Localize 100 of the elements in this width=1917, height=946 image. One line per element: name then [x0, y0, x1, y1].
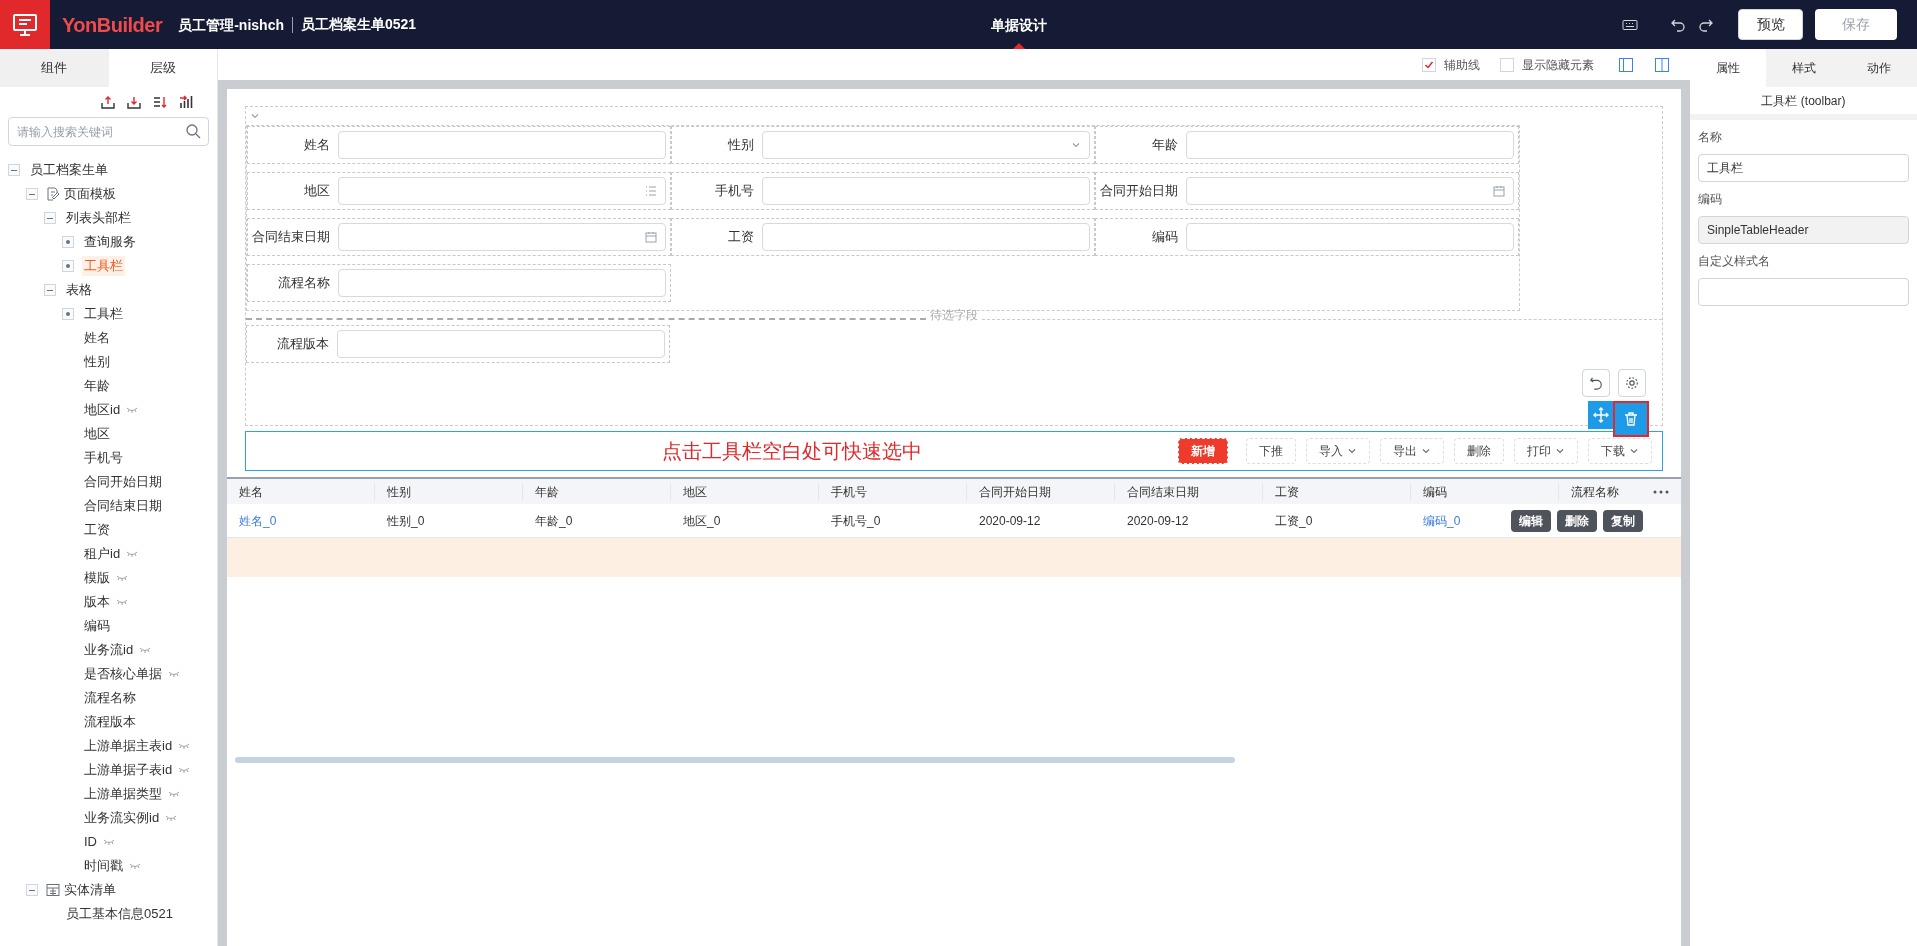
- tree-item[interactable]: 上游单据子表id: [82, 760, 175, 780]
- settings-icon[interactable]: [1618, 369, 1646, 397]
- move-handle[interactable]: [1588, 401, 1613, 429]
- app-name[interactable]: 员工管理-nishch: [178, 16, 293, 33]
- input-field[interactable]: [337, 330, 665, 358]
- collapse-toggle[interactable]: [44, 212, 56, 224]
- tree-item[interactable]: 性别: [82, 352, 112, 372]
- table-cell[interactable]: 编码_0: [1411, 511, 1501, 530]
- tree-item[interactable]: 租户id: [82, 544, 123, 564]
- tree-item[interactable]: 列表头部栏: [64, 208, 133, 228]
- tree-item[interactable]: 年龄: [82, 376, 112, 396]
- column-header[interactable]: 流程名称: [1559, 482, 1649, 501]
- column-header[interactable]: 合同开始日期: [967, 482, 1115, 501]
- more-icon[interactable]: [1653, 489, 1669, 494]
- toolbar-button[interactable]: 新增: [1178, 438, 1228, 464]
- tree-item[interactable]: 业务流实例id: [82, 808, 162, 828]
- table-cell-text: 工资_0: [1274, 512, 1314, 530]
- tree-item[interactable]: 查询服务: [82, 232, 138, 252]
- input-field[interactable]: [338, 131, 666, 159]
- tree-item[interactable]: 合同开始日期: [82, 472, 164, 492]
- toolbar-button[interactable]: 导出: [1380, 438, 1444, 464]
- tree-item[interactable]: 实体清单: [62, 880, 118, 900]
- row-action-button[interactable]: 复制: [1603, 509, 1643, 532]
- search-field[interactable]: 请输入搜索关键词: [8, 117, 209, 146]
- sort-icon[interactable]: [153, 95, 167, 109]
- tree-item[interactable]: 员工基本信息0521: [64, 904, 175, 924]
- tree-item[interactable]: 表格: [64, 280, 94, 300]
- input-field[interactable]: [762, 177, 1090, 205]
- tree-item[interactable]: 姓名: [82, 328, 112, 348]
- expand-toggle[interactable]: [62, 236, 74, 248]
- tree-item[interactable]: 地区: [82, 424, 112, 444]
- panel-tab[interactable]: 动作: [1841, 49, 1917, 87]
- table-cell[interactable]: 姓名_0: [227, 511, 375, 530]
- panel-tab[interactable]: 组件: [0, 49, 109, 87]
- toolbar-button[interactable]: 打印: [1514, 438, 1578, 464]
- toolbar-button[interactable]: 下载: [1588, 438, 1652, 464]
- tree-item[interactable]: 编码: [82, 616, 112, 636]
- column-header[interactable]: 性别: [375, 482, 523, 501]
- tree-item[interactable]: 页面模板: [62, 184, 118, 204]
- download-icon[interactable]: [127, 95, 141, 109]
- field-label: 地区: [303, 182, 331, 201]
- tree-item[interactable]: 流程名称: [82, 688, 138, 708]
- tree-item[interactable]: ID: [82, 832, 99, 852]
- panel-tab[interactable]: 样式: [1765, 49, 1842, 87]
- checkbox[interactable]: [1422, 57, 1436, 72]
- tree-item[interactable]: 合同结束日期: [82, 496, 164, 516]
- tree-item[interactable]: 上游单据类型: [82, 784, 164, 804]
- document-name[interactable]: 员工档案生单0521: [300, 14, 417, 35]
- column-header[interactable]: 工资: [1263, 482, 1411, 501]
- input-field[interactable]: [338, 223, 666, 251]
- tree-item[interactable]: 模版: [82, 568, 112, 588]
- horizontal-scrollbar[interactable]: [235, 757, 1235, 763]
- column-header[interactable]: 姓名: [227, 482, 375, 501]
- collapse-toggle[interactable]: [26, 884, 38, 896]
- tree-item[interactable]: 流程版本: [82, 712, 138, 732]
- collapse-toggle[interactable]: [8, 164, 20, 176]
- input-field[interactable]: [338, 177, 666, 205]
- upload-icon[interactable]: [101, 95, 115, 109]
- row-action-button[interactable]: 删除: [1557, 509, 1597, 532]
- column-layout-icon[interactable]: [1618, 56, 1634, 73]
- column-layout-icon[interactable]: [1654, 56, 1670, 73]
- tree-item[interactable]: 工具栏: [82, 304, 125, 324]
- input-field[interactable]: [1186, 223, 1514, 251]
- row-action-button[interactable]: 编辑: [1511, 509, 1551, 532]
- select-field[interactable]: [762, 131, 1090, 159]
- checkbox-label: 显示隐藏元素: [1522, 56, 1594, 74]
- tree-item[interactable]: 手机号: [82, 448, 125, 468]
- expand-toggle[interactable]: [62, 260, 74, 272]
- bar-chart-icon[interactable]: [179, 95, 193, 109]
- toolbar-button[interactable]: 下推: [1246, 438, 1296, 464]
- column-header[interactable]: 合同结束日期: [1115, 482, 1263, 501]
- column-header[interactable]: 编码: [1411, 482, 1559, 501]
- tree-item[interactable]: 上游单据主表id: [82, 736, 175, 756]
- input-field[interactable]: [338, 269, 666, 297]
- tree-item[interactable]: 版本: [82, 592, 112, 612]
- entity-icon: [46, 883, 60, 897]
- tree-item[interactable]: 工资: [82, 520, 112, 540]
- input-field[interactable]: [762, 223, 1090, 251]
- toolbar-button[interactable]: 导入: [1306, 438, 1370, 464]
- expand-toggle[interactable]: [62, 308, 74, 320]
- field-label: 编码: [1151, 228, 1179, 247]
- column-header[interactable]: 地区: [671, 482, 819, 501]
- tree-item[interactable]: 员工档案生单: [28, 160, 110, 180]
- input-field[interactable]: [1186, 131, 1514, 159]
- tree-item[interactable]: 业务流id: [82, 640, 136, 660]
- property-field[interactable]: [1698, 278, 1909, 306]
- tree-item[interactable]: 地区id: [82, 400, 123, 420]
- tree-item[interactable]: 是否核心单据: [82, 664, 164, 684]
- delete-handle[interactable]: [1613, 401, 1649, 437]
- property-field[interactable]: 工具栏: [1698, 154, 1909, 182]
- toolbar-button[interactable]: 删除: [1454, 438, 1504, 464]
- input-field[interactable]: [1186, 177, 1514, 205]
- column-header[interactable]: 年龄: [523, 482, 671, 501]
- header-button[interactable]: 预览: [1738, 9, 1803, 40]
- checkbox[interactable]: [1500, 57, 1514, 72]
- collapse-toggle[interactable]: [26, 188, 38, 200]
- collapse-toggle[interactable]: [44, 284, 56, 296]
- column-header[interactable]: 手机号: [819, 482, 967, 501]
- tree-item[interactable]: 时间戳: [82, 856, 125, 876]
- toolbar[interactable]: 点击工具栏空白处可快速选中 新增 下推 导入 导出 删除 打印 下载: [245, 431, 1663, 471]
